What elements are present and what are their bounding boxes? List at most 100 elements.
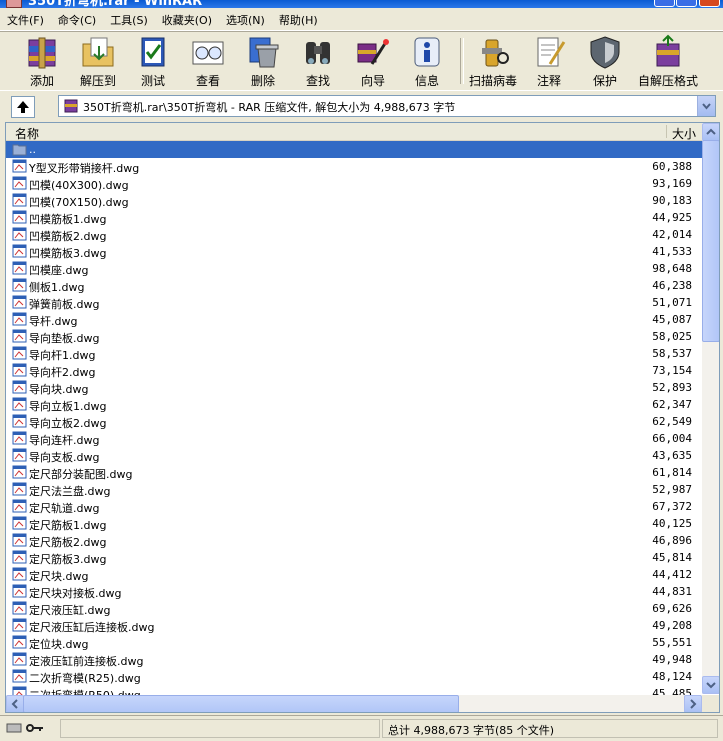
find-icon — [306, 42, 330, 64]
delete-button[interactable]: 删除 — [236, 34, 290, 88]
status-bar: 总计 4,988,673 字节(85 个文件) — [0, 715, 723, 741]
vertical-scrollbar[interactable] — [702, 123, 719, 694]
file-row[interactable]: 定尺液压缸.dwg 69,626 — [6, 600, 702, 617]
menu-help[interactable]: 帮助(H) — [272, 8, 325, 30]
file-row[interactable]: 定尺块对接板.dwg 44,831 — [6, 583, 702, 600]
virus-scan-button[interactable]: 扫描病毒 — [466, 34, 520, 88]
menu-options[interactable]: 选项(N) — [219, 8, 272, 30]
info-button[interactable]: 信息 — [400, 34, 454, 88]
dwg-file-icon — [12, 465, 27, 479]
parent-folder-label: .. — [29, 143, 36, 156]
file-row[interactable]: 导向支板.dwg 43,635 — [6, 447, 702, 464]
path-combobox[interactable]: 350T折弯机.rar\350T折弯机 - RAR 压缩文件, 解包大小为 4,… — [58, 95, 716, 117]
file-row[interactable]: 导向垫板.dwg 58,025 — [6, 328, 702, 345]
file-row[interactable]: 凹模(40X300).dwg 93,169 — [6, 175, 702, 192]
dwg-file-icon — [12, 397, 27, 411]
file-size: 46,238 — [652, 279, 692, 292]
scroll-down-button[interactable] — [702, 676, 719, 694]
dwg-file-icon — [12, 159, 27, 173]
file-size: 44,831 — [652, 585, 692, 598]
status-panel-total: 总计 4,988,673 字节(85 个文件) — [382, 719, 718, 738]
menu-commands[interactable]: 命令(C) — [51, 8, 103, 30]
file-row[interactable]: 二次折弯模(R25).dwg 48,124 — [6, 668, 702, 685]
file-row[interactable]: 导向立板2.dwg 62,549 — [6, 413, 702, 430]
file-row[interactable]: 定尺法兰盘.dwg 52,987 — [6, 481, 702, 498]
column-size-header[interactable]: 大小 — [672, 125, 696, 142]
file-size: 42,014 — [652, 228, 692, 241]
file-row[interactable]: Y型叉形带销接杆.dwg 60,388 — [6, 158, 702, 175]
file-row[interactable]: 定尺轨道.dwg 67,372 — [6, 498, 702, 515]
file-row[interactable]: 定尺部分装配图.dwg 61,814 — [6, 464, 702, 481]
menu-tools[interactable]: 工具(S) — [103, 8, 155, 30]
column-divider[interactable] — [666, 125, 667, 138]
maximize-button[interactable] — [676, 0, 697, 7]
file-row[interactable]: 凹模筋板3.dwg 41,533 — [6, 243, 702, 260]
file-row[interactable]: 导向立板1.dwg 62,347 — [6, 396, 702, 413]
file-row[interactable]: 导向块.dwg 52,893 — [6, 379, 702, 396]
scroll-up-button[interactable] — [702, 123, 719, 141]
file-row[interactable]: 定尺筋板3.dwg 45,814 — [6, 549, 702, 566]
file-row[interactable]: 定尺筋板1.dwg 40,125 — [6, 515, 702, 532]
file-row[interactable]: 凹模(70X150).dwg 90,183 — [6, 192, 702, 209]
file-row[interactable]: 凹模筋板2.dwg 42,014 — [6, 226, 702, 243]
file-row[interactable]: 定尺块.dwg 44,412 — [6, 566, 702, 583]
file-name: 定尺液压缸.dwg — [29, 604, 111, 617]
file-row[interactable]: 定位块.dwg 55,551 — [6, 634, 702, 651]
file-name: 定尺法兰盘.dwg — [29, 485, 111, 498]
wizard-button[interactable]: 向导 — [346, 34, 400, 88]
sfx-icon — [656, 34, 680, 67]
horizontal-scroll-thumb[interactable] — [23, 695, 459, 712]
file-size: 45,814 — [652, 551, 692, 564]
file-row[interactable]: 弹簧前板.dwg 51,071 — [6, 294, 702, 311]
file-row[interactable]: 定尺筋板2.dwg 46,896 — [6, 532, 702, 549]
file-size: 62,347 — [652, 398, 692, 411]
parent-folder-row[interactable]: .. — [6, 141, 702, 158]
vertical-scroll-thumb[interactable] — [702, 140, 719, 342]
scroll-right-button[interactable] — [684, 695, 702, 712]
close-button[interactable] — [699, 0, 720, 7]
drive-key-icon — [6, 723, 43, 733]
file-row[interactable]: 定液压缸前连接板.dwg 49,948 — [6, 651, 702, 668]
sfx-button[interactable]: 自解压格式 — [636, 34, 700, 88]
column-name-header[interactable]: 名称 — [15, 125, 39, 142]
file-row[interactable]: 导向杆1.dwg 58,537 — [6, 345, 702, 362]
minimize-button[interactable] — [654, 0, 675, 7]
file-size: 43,635 — [652, 449, 692, 462]
file-size: 69,626 — [652, 602, 692, 615]
up-folder-button[interactable] — [11, 96, 35, 118]
view-button[interactable]: 查看 — [181, 34, 235, 88]
up-arrow-icon — [17, 101, 29, 113]
toolbar-separator — [460, 38, 464, 84]
menu-favorites[interactable]: 收藏夹(O) — [155, 8, 219, 30]
path-dropdown-button[interactable] — [697, 96, 715, 116]
comment-button[interactable]: 注释 — [522, 34, 576, 88]
file-row[interactable]: 凹模座.dwg 98,648 — [6, 260, 702, 277]
dwg-file-icon — [12, 533, 27, 547]
scroll-left-button[interactable] — [6, 695, 24, 712]
file-name: 导杆.dwg — [29, 315, 78, 328]
file-row[interactable]: 导杆.dwg 45,087 — [6, 311, 702, 328]
dwg-file-icon — [12, 363, 27, 377]
file-name: 导向支板.dwg — [29, 451, 100, 464]
chevron-down-icon — [702, 103, 711, 110]
file-row[interactable]: 凹模筋板1.dwg 44,925 — [6, 209, 702, 226]
file-row[interactable]: 侧板1.dwg 46,238 — [6, 277, 702, 294]
find-button[interactable]: 查找 — [291, 34, 345, 88]
extract-to-button[interactable]: 解压到 — [71, 34, 125, 88]
file-size: 52,893 — [652, 381, 692, 394]
horizontal-scrollbar[interactable] — [6, 695, 702, 712]
list-header: 名称 大小 — [6, 123, 702, 141]
delete-icon — [249, 37, 279, 68]
folder-icon — [12, 144, 27, 156]
scrollbar-corner — [702, 695, 719, 712]
file-row[interactable]: 导向连杆.dwg 66,004 — [6, 430, 702, 447]
file-name: 导向立板2.dwg — [29, 417, 107, 430]
file-row[interactable]: 定尺液压缸后连接板.dwg 49,208 — [6, 617, 702, 634]
protect-button[interactable]: 保护 — [578, 34, 632, 88]
test-button[interactable]: 测试 — [126, 34, 180, 88]
add-button[interactable]: 添加 — [15, 34, 69, 88]
menu-file[interactable]: 文件(F) — [0, 8, 51, 30]
file-rows: .. Y型叉形带销接杆.dwg 60,388 凹模(40X300).dwg 93,16… — [6, 141, 702, 702]
file-row[interactable]: 导向杆2.dwg 73,154 — [6, 362, 702, 379]
file-size: 58,537 — [652, 347, 692, 360]
